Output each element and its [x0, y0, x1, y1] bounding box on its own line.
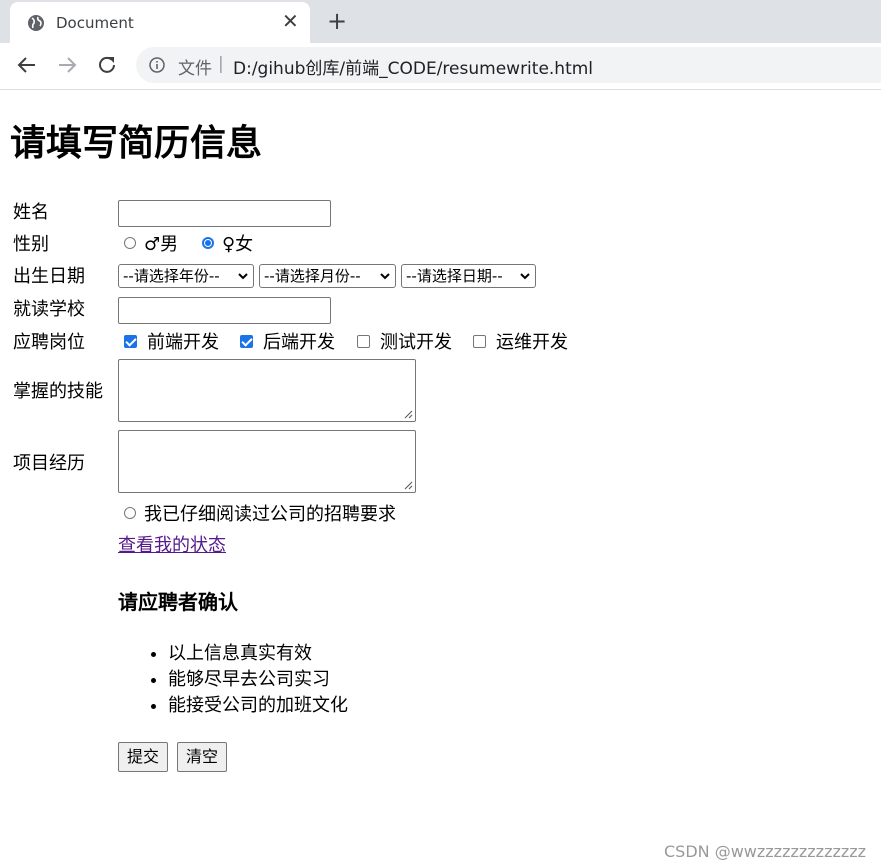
chevron-down-icon — [238, 273, 248, 280]
browser-tab[interactable]: Document ✕ — [10, 2, 310, 43]
agree-radio[interactable] — [124, 507, 136, 519]
gender-female-label: ♀女 — [222, 234, 254, 255]
position-checkbox-ops[interactable] — [473, 334, 486, 348]
name-input[interactable] — [118, 200, 331, 227]
position-label-testing: 测试开发 — [380, 332, 452, 353]
watermark: CSDN @wwzzzzzzzzzzzzz — [664, 842, 867, 861]
status-link[interactable]: 查看我的状态 — [118, 531, 226, 561]
page-title: 请填写简历信息 — [10, 123, 263, 164]
page-content: 请填写简历信息 姓名 性别 ♂男 ♀女 出生日期 --请选择年份-- --请选择… — [0, 90, 881, 868]
position-label: 应聘岗位 — [13, 332, 85, 353]
globe-icon — [28, 15, 44, 31]
browser-toolbar: 文件 | D:/gihub创库/前端_CODE/resumewrite.html — [0, 43, 881, 90]
position-option-ops[interactable]: 运维开发 — [473, 328, 568, 358]
gender-male-radio[interactable] — [124, 237, 136, 249]
confirm-heading: 请应聘者确认 — [118, 590, 238, 614]
position-label-backend: 后端开发 — [263, 332, 335, 353]
chevron-down-icon — [520, 273, 530, 280]
position-label-ops: 运维开发 — [496, 332, 568, 353]
position-checkbox-testing[interactable] — [357, 334, 370, 348]
agree-label: 我已仔细阅读过公司的招聘要求 — [144, 504, 396, 525]
close-icon[interactable]: ✕ — [282, 11, 299, 31]
project-label: 项目经历 — [13, 453, 85, 474]
position-checkbox-backend[interactable] — [240, 334, 253, 348]
birth-year-value: --请选择年份-- — [123, 267, 220, 285]
birth-month-value: --请选择月份-- — [264, 267, 361, 285]
position-option-frontend[interactable]: 前端开发 — [124, 328, 219, 358]
position-checkbox-frontend[interactable] — [124, 334, 137, 348]
birth-day-value: --请选择日期-- — [406, 267, 503, 285]
resize-grip-icon[interactable] — [403, 480, 413, 490]
gender-female-option[interactable]: ♀女 — [202, 230, 253, 260]
birth-year-select[interactable]: --请选择年份-- — [118, 264, 254, 288]
tab-strip: Document ✕ + — [0, 0, 881, 43]
address-bar[interactable]: 文件 | D:/gihub创库/前端_CODE/resumewrite.html — [136, 47, 881, 83]
birth-label: 出生日期 — [13, 266, 85, 287]
agree-option[interactable]: 我已仔细阅读过公司的招聘要求 — [124, 500, 396, 530]
resize-grip-icon[interactable] — [403, 409, 413, 419]
position-option-testing[interactable]: 测试开发 — [357, 328, 452, 358]
address-url[interactable]: D:/gihub创库/前端_CODE/resumewrite.html — [233, 54, 593, 79]
address-separator: | — [218, 54, 224, 74]
position-label-frontend: 前端开发 — [147, 332, 219, 353]
list-item: 能接受公司的加班文化 — [168, 693, 348, 719]
gender-male-option[interactable]: ♂男 — [124, 230, 178, 260]
gender-female-radio[interactable] — [202, 237, 214, 249]
birth-month-select[interactable]: --请选择月份-- — [259, 264, 396, 288]
confirm-list: 以上信息真实有效 能够尽早去公司实习 能接受公司的加班文化 — [118, 641, 348, 719]
gender-label: 性别 — [13, 234, 49, 255]
name-label: 姓名 — [13, 202, 49, 223]
plus-icon[interactable]: + — [327, 8, 347, 34]
info-icon[interactable] — [149, 57, 165, 73]
list-item: 能够尽早去公司实习 — [168, 667, 348, 693]
gender-male-label: ♂男 — [144, 234, 179, 255]
chevron-down-icon — [380, 273, 390, 280]
reload-icon[interactable] — [96, 54, 118, 76]
skills-label: 掌握的技能 — [13, 381, 103, 402]
position-option-backend[interactable]: 后端开发 — [240, 328, 335, 358]
reset-button[interactable]: 清空 — [177, 742, 228, 772]
tab-title: Document — [56, 14, 134, 32]
project-textarea[interactable] — [118, 430, 416, 493]
forward-arrow-icon[interactable] — [56, 54, 78, 76]
birth-day-select[interactable]: --请选择日期-- — [401, 264, 536, 288]
back-arrow-icon[interactable] — [16, 54, 38, 76]
list-item: 以上信息真实有效 — [168, 641, 348, 667]
school-label: 就读学校 — [13, 299, 85, 320]
address-scheme: 文件 — [178, 59, 212, 79]
submit-button[interactable]: 提交 — [118, 742, 169, 772]
school-input[interactable] — [118, 297, 331, 324]
skills-textarea[interactable] — [118, 359, 416, 422]
